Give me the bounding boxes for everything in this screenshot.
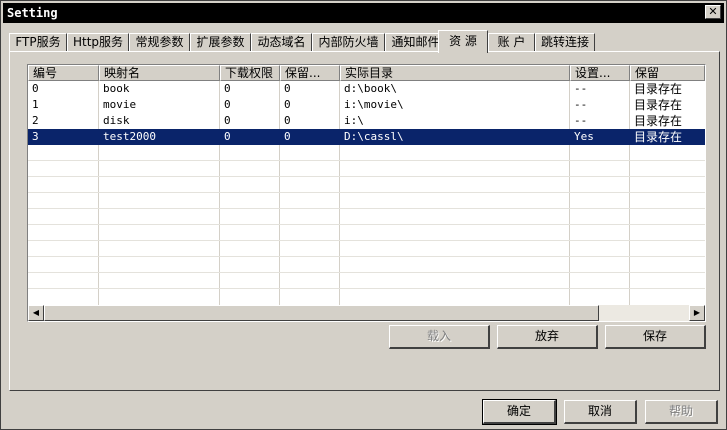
- cell-download-permission: 0: [224, 98, 231, 111]
- cell-reserved-1: 0: [284, 114, 291, 127]
- close-button[interactable]: ✕: [705, 5, 721, 19]
- cell-map-name: book: [103, 82, 130, 95]
- cell-actual-directory: D:\cassl\: [344, 130, 404, 143]
- tab-notify-mail[interactable]: 通知邮件: [385, 33, 446, 52]
- grid-line: [28, 256, 705, 257]
- cancel-button[interactable]: 取消: [564, 400, 637, 424]
- grid-line: [28, 192, 705, 193]
- cell-actual-directory: i:\movie\: [344, 98, 404, 111]
- title-bar[interactable]: Setting ✕: [3, 3, 724, 23]
- column-header-id[interactable]: 编号: [28, 65, 99, 81]
- column-header-reserved-2[interactable]: 保留: [630, 65, 705, 81]
- window-title: Setting: [7, 6, 58, 20]
- cell-reserved-2: 目录存在: [634, 130, 683, 144]
- tab-dynamic-dns[interactable]: 动态域名: [251, 33, 312, 52]
- tab-extended-params[interactable]: 扩展参数: [190, 33, 251, 52]
- save-button[interactable]: 保存: [605, 325, 706, 349]
- list-header: 编号 映射名 下载权限 保留... 实际目录 设置... 保留: [28, 65, 705, 81]
- tab-general-params[interactable]: 常规参数: [129, 33, 190, 52]
- cell-settings: Yes: [574, 130, 594, 143]
- cell-actual-directory: d:\book\: [344, 82, 397, 95]
- tab-internal-firewall[interactable]: 内部防火墙: [312, 33, 385, 52]
- scroll-left-button[interactable]: ◀: [28, 305, 44, 321]
- cell-reserved-1: 0: [284, 130, 291, 143]
- cell-reserved-1: 0: [284, 98, 291, 111]
- cell-download-permission: 0: [224, 130, 231, 143]
- grid-line: [28, 272, 705, 273]
- grid-line: [28, 176, 705, 177]
- tab-accounts[interactable]: 账 户: [488, 33, 535, 52]
- grid-line: [28, 160, 705, 161]
- cell-map-name: test2000: [103, 130, 156, 143]
- cell-id: 1: [32, 98, 39, 111]
- cell-reserved-2: 目录存在: [634, 98, 683, 112]
- grid-line: [28, 288, 705, 289]
- cell-map-name: disk: [103, 114, 130, 127]
- help-button[interactable]: 帮助: [645, 400, 718, 424]
- column-header-reserved-1[interactable]: 保留...: [280, 65, 340, 81]
- cell-settings: --: [574, 98, 588, 111]
- cell-id: 0: [32, 82, 39, 95]
- arrow-left-icon: ◀: [32, 308, 40, 317]
- cell-settings: --: [574, 114, 588, 127]
- grid-line: [28, 208, 705, 209]
- tab-http-service[interactable]: Http服务: [67, 33, 129, 52]
- cell-reserved-1: 0: [284, 82, 291, 95]
- cell-settings: --: [574, 82, 588, 95]
- cell-reserved-2: 目录存在: [634, 82, 683, 96]
- table-row[interactable]: 0 book 0 0 d:\book\ -- 目录存在: [28, 81, 705, 97]
- setting-window: Setting ✕ FTP服务 Http服务 常规参数 扩展参数 动态域名 内部…: [0, 0, 727, 430]
- table-row[interactable]: 2 disk 0 0 i:\ -- 目录存在: [28, 113, 705, 129]
- horizontal-scrollbar[interactable]: ◀ ▶: [28, 305, 705, 321]
- cell-id: 2: [32, 114, 39, 127]
- load-button[interactable]: 载入: [389, 325, 490, 349]
- scroll-thumb[interactable]: [44, 305, 599, 321]
- close-icon: ✕: [708, 5, 718, 18]
- arrow-right-icon: ▶: [693, 308, 701, 317]
- cell-download-permission: 0: [224, 114, 231, 127]
- grid-line: [28, 224, 705, 225]
- resource-list[interactable]: 编号 映射名 下载权限 保留... 实际目录 设置... 保留 0 book 0…: [27, 64, 706, 322]
- scroll-right-button[interactable]: ▶: [689, 305, 705, 321]
- table-row[interactable]: 1 movie 0 0 i:\movie\ -- 目录存在: [28, 97, 705, 113]
- cell-reserved-2: 目录存在: [634, 114, 683, 128]
- column-header-actual-directory[interactable]: 实际目录: [340, 65, 570, 81]
- column-header-map-name[interactable]: 映射名: [99, 65, 220, 81]
- cell-id: 3: [32, 130, 39, 143]
- cell-actual-directory: i:\: [344, 114, 364, 127]
- tab-resources[interactable]: 资 源: [438, 30, 488, 53]
- grid-line: [28, 240, 705, 241]
- cell-map-name: movie: [103, 98, 137, 111]
- tab-redirect-links[interactable]: 跳转连接: [535, 33, 595, 52]
- ok-button[interactable]: 确定: [482, 399, 557, 425]
- discard-button[interactable]: 放弃: [497, 325, 598, 349]
- table-row-selected[interactable]: 3 test2000 0 0 D:\cassl\ Yes 目录存在: [28, 129, 705, 145]
- column-header-settings[interactable]: 设置...: [570, 65, 630, 81]
- cell-download-permission: 0: [224, 82, 231, 95]
- column-header-download-permission[interactable]: 下载权限: [220, 65, 280, 81]
- tab-ftp-service[interactable]: FTP服务: [9, 33, 67, 52]
